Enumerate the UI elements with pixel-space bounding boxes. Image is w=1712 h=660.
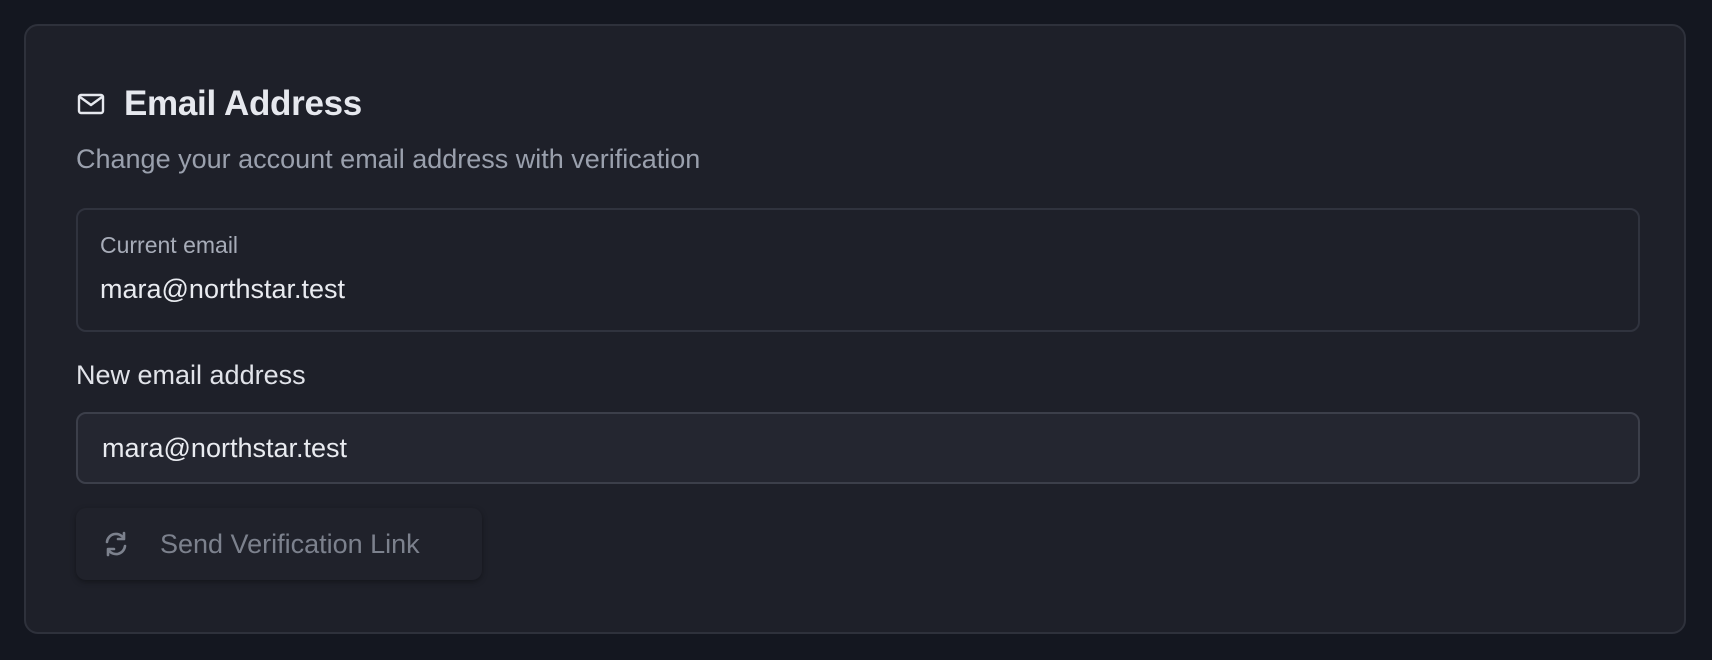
- new-email-input[interactable]: [76, 412, 1640, 484]
- page-title: Email Address: [124, 84, 362, 123]
- current-email-panel: Current email mara@northstar.test: [76, 208, 1640, 332]
- new-email-label: New email address: [76, 360, 306, 390]
- card-header: Email Address: [76, 82, 362, 126]
- email-address-card: Email Address Change your account email …: [24, 24, 1686, 634]
- refresh-icon: [100, 528, 132, 560]
- send-verification-link-button[interactable]: Send Verification Link: [76, 508, 482, 580]
- section-description: Change your account email address with v…: [76, 144, 701, 174]
- current-email-value: mara@northstar.test: [100, 274, 346, 304]
- mail-icon: [76, 89, 106, 119]
- current-email-label: Current email: [100, 232, 239, 258]
- send-button-label: Send Verification Link: [160, 528, 420, 559]
